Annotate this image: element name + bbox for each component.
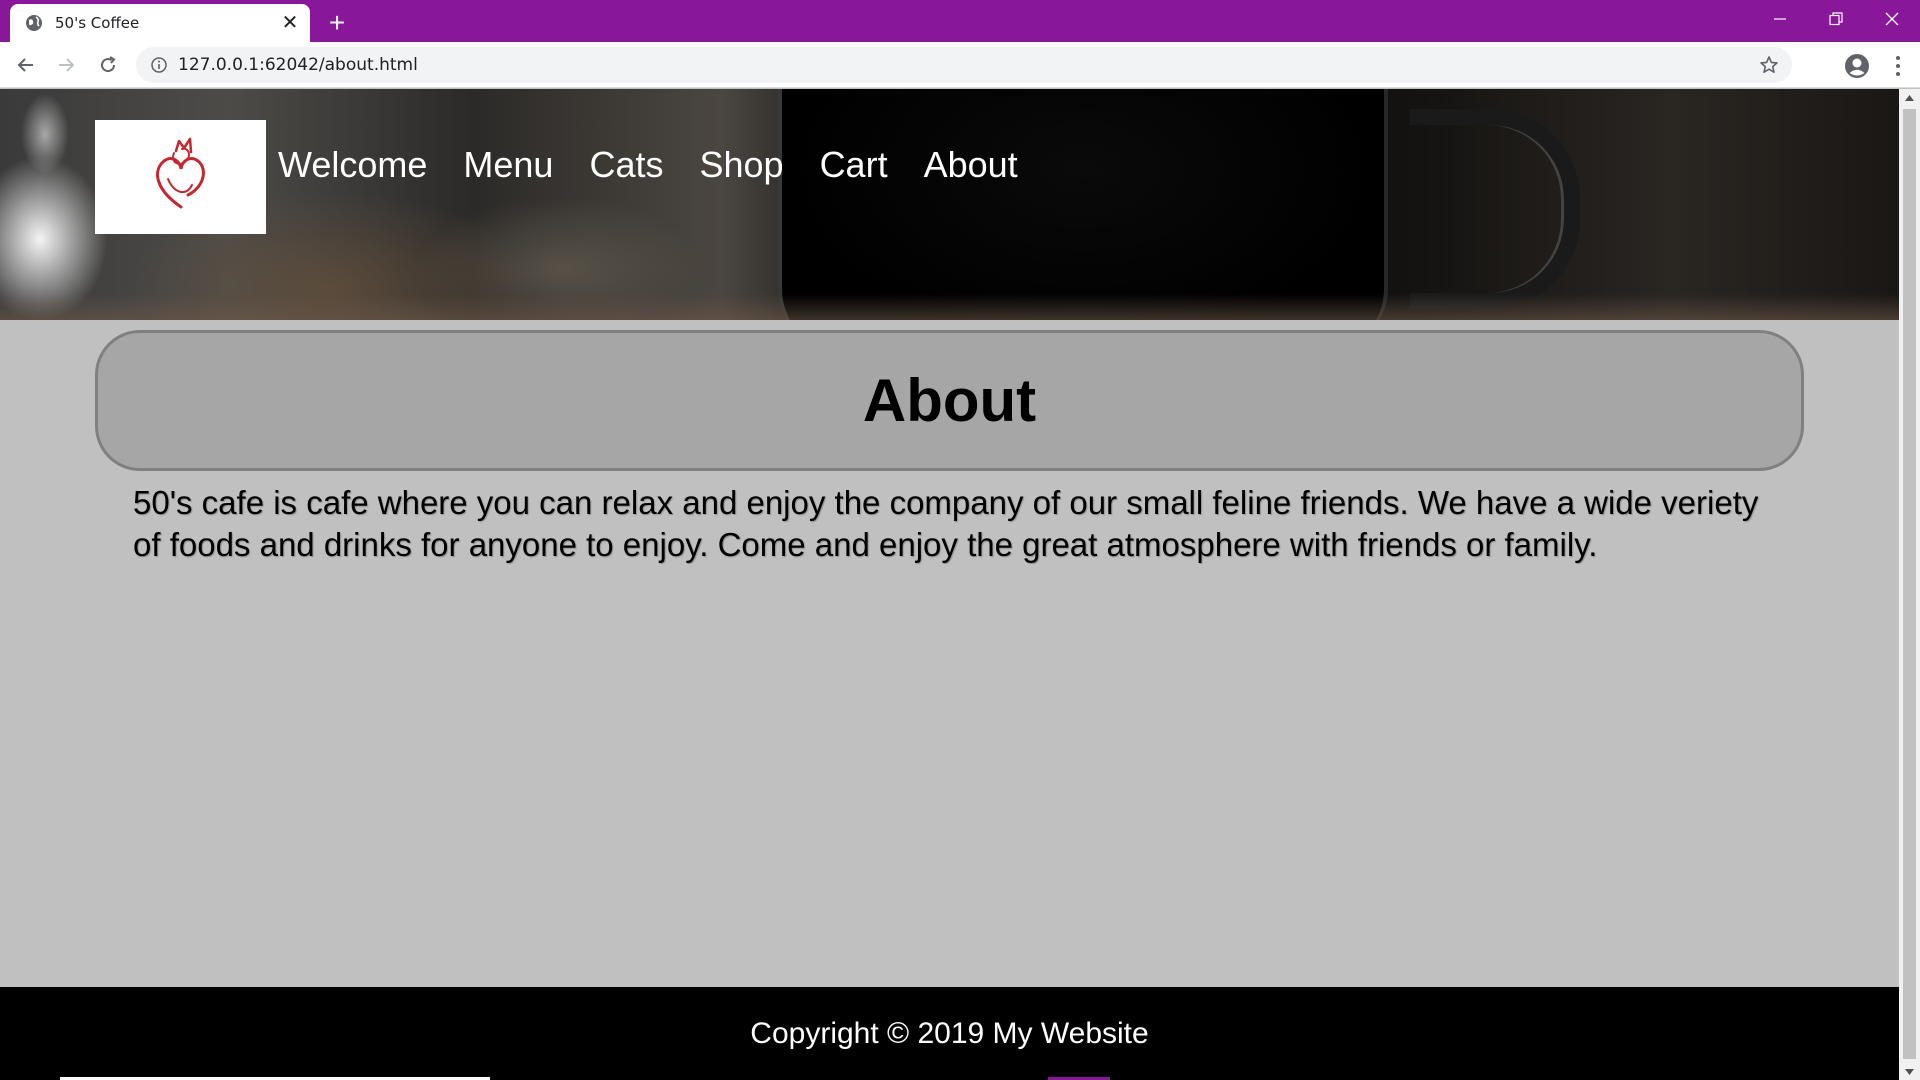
page-viewport: Welcome Menu Cats Shop Cart About About … (0, 89, 1899, 1080)
coffee-cup-image (778, 89, 1388, 320)
browser-tab[interactable]: 50's Coffee ✕ (10, 4, 310, 42)
nav-cart[interactable]: Cart (820, 144, 888, 186)
scroll-up-icon[interactable] (1899, 89, 1920, 106)
scroll-down-icon[interactable] (1899, 1063, 1920, 1080)
main-nav: Welcome Menu Cats Shop Cart About (278, 144, 1018, 186)
vertical-scrollbar[interactable] (1899, 89, 1920, 1080)
nav-about[interactable]: About (924, 144, 1018, 186)
site-logo[interactable] (95, 120, 266, 234)
url-text[interactable]: 127.0.0.1:62042/about.html (178, 55, 418, 75)
cat-heart-logo-icon (146, 135, 216, 220)
minimize-icon[interactable] (1752, 0, 1808, 38)
tab-title: 50's Coffee (55, 14, 140, 32)
nav-shop[interactable]: Shop (699, 144, 783, 186)
close-window-icon[interactable] (1864, 0, 1920, 38)
back-arrow-icon[interactable] (10, 49, 42, 81)
bookmark-star-icon[interactable] (1758, 54, 1780, 76)
info-icon[interactable] (150, 56, 168, 74)
window-controls (1752, 0, 1920, 38)
nav-cats[interactable]: Cats (589, 144, 663, 186)
restore-icon[interactable] (1808, 0, 1864, 38)
close-tab-icon[interactable]: ✕ (278, 11, 302, 35)
hero-banner: Welcome Menu Cats Shop Cart About (0, 89, 1899, 320)
new-tab-button[interactable]: + (322, 8, 352, 38)
reload-icon[interactable] (92, 49, 124, 81)
nav-menu[interactable]: Menu (463, 144, 553, 186)
browser-titlebar: 50's Coffee ✕ + (0, 0, 1920, 42)
scrollbar-thumb[interactable] (1903, 109, 1916, 1059)
forward-arrow-icon[interactable] (50, 49, 82, 81)
nav-welcome[interactable]: Welcome (278, 144, 427, 186)
about-description: 50's cafe is cafe where you can relax an… (133, 484, 1759, 563)
cup-handle-image (1410, 109, 1580, 309)
about-heading-card: About (95, 330, 1804, 471)
more-menu-icon[interactable] (1890, 53, 1906, 79)
copyright-text: Copyright © 2019 My Website (750, 1016, 1149, 1050)
page-title: About (862, 367, 1037, 434)
site-footer: Copyright © 2019 My Website (0, 987, 1899, 1080)
globe-icon (25, 14, 43, 32)
profile-icon[interactable] (1844, 53, 1870, 79)
address-bar[interactable]: 127.0.0.1:62042/about.html (136, 47, 1792, 83)
browser-toolbar: 127.0.0.1:62042/about.html (0, 42, 1920, 88)
